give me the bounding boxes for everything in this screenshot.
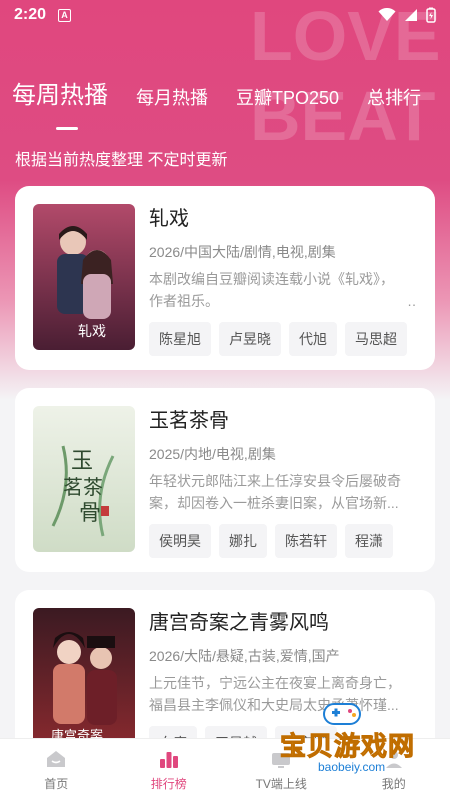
poster-image[interactable]: 轧戏 (33, 204, 135, 350)
cast-tag[interactable]: 代旭 (289, 322, 337, 356)
drama-description-text: 本剧改编自豆瓣阅读连载小说《轧戏》，作者祖乐。 (149, 271, 394, 309)
cast-tag[interactable]: 陈若轩 (275, 524, 337, 558)
page-subtitle: 根据当前热度整理 不定时更新 (15, 152, 228, 169)
drama-title: 玉茗茶骨 (149, 410, 229, 432)
svg-text:茗茶: 茗茶 (63, 475, 103, 499)
drama-description: 年轻状元郎陆江来上任淳安县令后屡破奇案，却因卷入一桩杀妻旧案，从官场新... (149, 470, 417, 514)
status-bar: 2:20 A (0, 0, 450, 30)
drama-description-text: 年轻状元郎陆江来上任淳安县令后屡破奇案，却因卷入一桩杀妻旧案，从官场新... (149, 473, 401, 511)
drama-description: 本剧改编自豆瓣阅读连载小说《轧戏》，作者祖乐。 … (149, 268, 417, 312)
cast-tag[interactable]: 娜扎 (219, 524, 267, 558)
svg-text:玉: 玉 (71, 449, 93, 474)
watermark-url: baobeiy.com (318, 760, 386, 774)
battery-icon (426, 7, 436, 23)
status-time: 2:20 (14, 6, 47, 23)
drama-title: 唐宫奇案之青雾风鸣 (149, 612, 329, 634)
signal-icon (405, 9, 417, 21)
drama-meta: 2025/内地/电视,剧集 (149, 446, 276, 462)
poster-image[interactable]: 玉 茗茶 骨 (33, 406, 135, 552)
drama-meta: 2026/中国大陆/剧情,电视,剧集 (149, 244, 336, 260)
watermark-text: 宝贝游戏网 (279, 731, 416, 762)
cast-tag[interactable]: 侯明昊 (149, 524, 211, 558)
wifi-icon (378, 8, 396, 21)
tab-monthly[interactable]: 每月热播 (136, 84, 208, 114)
tab-weekly[interactable]: 每周热播 (12, 75, 108, 130)
tab-overall[interactable]: 总排行 (367, 84, 421, 114)
list-item[interactable]: 轧戏 轧戏 2026/中国大陆/剧情,电视,剧集 本剧改编自豆瓣阅读连载小说《轧… (15, 186, 435, 370)
ranking-icon (159, 752, 178, 768)
nav-label: 排行榜 (150, 777, 187, 791)
cast-tag[interactable]: 马思超 (345, 322, 407, 356)
poster-image[interactable]: 唐宫奇案 (33, 608, 135, 754)
cast-tag[interactable]: 程潇 (345, 524, 393, 558)
svg-text:骨: 骨 (79, 501, 101, 526)
home-icon (47, 751, 66, 767)
nav-label: 首页 (44, 777, 69, 791)
nav-home[interactable]: 首页 (0, 739, 113, 800)
cast-tag[interactable]: 卢昱晓 (219, 322, 281, 356)
svg-text:轧戏: 轧戏 (78, 324, 106, 340)
nav-ranking[interactable]: 排行榜 (113, 739, 226, 800)
drama-title: 轧戏 (149, 208, 189, 230)
app-notification-icon: A (58, 8, 72, 22)
cast-tags: 侯明昊 娜扎 陈若轩 程潇 (149, 524, 417, 558)
more-icon: … (407, 290, 417, 312)
cast-tags: 陈星旭 卢昱晓 代旭 马思超 (149, 322, 417, 356)
site-watermark: 宝贝游戏网 baobeiy.com (279, 700, 420, 778)
cast-tag[interactable]: 陈星旭 (149, 322, 211, 356)
list-item[interactable]: 玉 茗茶 骨 玉茗茶骨 2025/内地/电视,剧集 年轻状元郎陆江来上任淳安县令… (15, 388, 435, 572)
ranking-tabs: 每周热播 每月热播 豆瓣TPO250 总排行 (12, 70, 450, 130)
gamepad-icon (323, 703, 361, 725)
tab-douban-top250[interactable]: 豆瓣TPO250 (236, 84, 339, 114)
drama-meta: 2026/大陆/悬疑,古装,爱情,国产 (149, 648, 340, 664)
